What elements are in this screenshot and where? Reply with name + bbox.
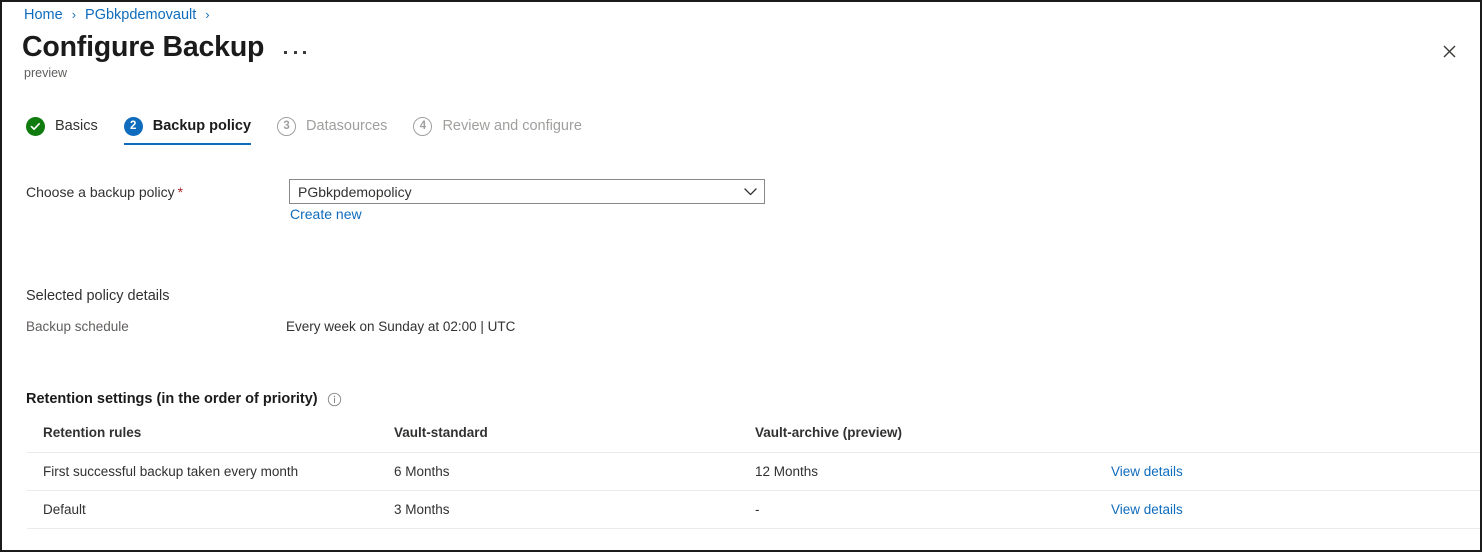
configure-backup-blade: Home › PGbkpdemovault › Configure Backup… (0, 0, 1482, 552)
check-circle-icon (26, 117, 45, 136)
wizard-step-datasources[interactable]: 3 Datasources (277, 116, 387, 145)
cell-vault-standard: 6 Months (378, 453, 739, 491)
cell-actions: View details (1095, 491, 1482, 529)
required-marker: * (178, 184, 183, 200)
backup-schedule-label: Backup schedule (26, 317, 129, 336)
cell-vault-standard: 3 Months (378, 491, 739, 529)
backup-policy-select[interactable]: PGbkpdemopolicy (289, 179, 765, 204)
backup-schedule-value: Every week on Sunday at 02:00 | UTC (286, 317, 515, 336)
more-commands-icon[interactable] (284, 43, 306, 61)
column-header-vault-archive: Vault-archive (preview) (739, 420, 1095, 453)
preview-label: preview (24, 65, 67, 82)
chevron-right-icon: › (205, 5, 209, 25)
column-header-actions (1095, 420, 1482, 453)
backup-policy-label: Choose a backup policy* (26, 182, 183, 202)
column-header-vault-standard: Vault-standard (378, 420, 739, 453)
cell-retention-rule: Default (27, 491, 378, 529)
page-title: Configure Backup (22, 30, 264, 64)
page-title-row: Configure Backup (22, 30, 306, 64)
breadcrumb-item-vault[interactable]: PGbkpdemovault (85, 5, 196, 25)
wizard-steps: Basics 2 Backup policy 3 Datasources 4 R… (26, 116, 608, 145)
selected-policy-details-heading: Selected policy details (26, 286, 169, 306)
view-details-link[interactable]: View details (1111, 502, 1183, 517)
table-row: Default 3 Months - View details (27, 491, 1482, 529)
wizard-step-label-basics: Basics (55, 116, 98, 136)
wizard-step-backup-policy[interactable]: 2 Backup policy (124, 116, 251, 145)
column-header-retention-rules: Retention rules (27, 420, 378, 453)
cell-vault-archive: 12 Months (739, 453, 1095, 491)
create-new-policy-link[interactable]: Create new (290, 205, 362, 224)
step-number-badge: 2 (124, 117, 143, 136)
breadcrumb: Home › PGbkpdemovault › (24, 5, 219, 25)
cell-vault-archive: - (739, 491, 1095, 529)
wizard-step-label-datasources: Datasources (306, 116, 387, 136)
backup-policy-label-text: Choose a backup policy (26, 184, 175, 200)
blade-content: Home › PGbkpdemovault › Configure Backup… (2, 2, 1480, 550)
retention-settings-heading-text: Retention settings (in the order of prio… (26, 389, 318, 409)
retention-settings-heading: Retention settings (in the order of prio… (26, 389, 342, 409)
chevron-right-icon: › (72, 5, 76, 25)
close-icon[interactable] (1433, 35, 1465, 67)
table-row: First successful backup taken every mont… (27, 453, 1482, 491)
table-header-row: Retention rules Vault-standard Vault-arc… (27, 420, 1482, 453)
view-details-link[interactable]: View details (1111, 464, 1183, 479)
wizard-step-basics[interactable]: Basics (26, 116, 98, 145)
breadcrumb-item-home[interactable]: Home (24, 5, 63, 25)
wizard-step-label-review: Review and configure (442, 116, 581, 136)
wizard-step-label-backup-policy: Backup policy (153, 116, 251, 136)
cell-retention-rule: First successful backup taken every mont… (27, 453, 378, 491)
wizard-step-review-and-configure[interactable]: 4 Review and configure (413, 116, 581, 145)
step-number-badge: 3 (277, 117, 296, 136)
chevron-down-icon (736, 188, 764, 196)
step-number-badge: 4 (413, 117, 432, 136)
info-icon[interactable] (327, 392, 342, 407)
retention-rules-table: Retention rules Vault-standard Vault-arc… (27, 420, 1482, 529)
cell-actions: View details (1095, 453, 1482, 491)
backup-policy-selected-value: PGbkpdemopolicy (290, 183, 736, 201)
